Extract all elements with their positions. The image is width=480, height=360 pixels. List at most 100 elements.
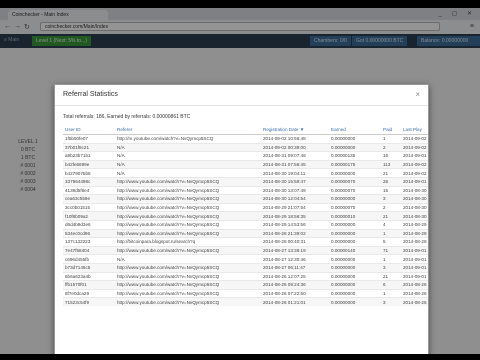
cell-referer: N/A bbox=[115, 142, 261, 152]
cell-paid: 113 bbox=[381, 159, 401, 169]
cell-referer[interactable]: http://www.youtube.com/watch?v=NvQymcp5S… bbox=[115, 245, 261, 255]
cell-registration-date: 2014-08-28 21:39:02 bbox=[261, 228, 329, 238]
cell-earned: 0.00000000 bbox=[329, 254, 381, 264]
column-header-last-play[interactable]: Last Play bbox=[401, 125, 428, 135]
cell-paid: 2 bbox=[381, 142, 401, 152]
cell-last-play: 2014-08-26 10:46:23 bbox=[401, 280, 428, 290]
cell-referer[interactable]: http://www.youtube.com/watch?v=NvQymcp5S… bbox=[115, 194, 261, 204]
cell-user-id: c696d455fb bbox=[63, 254, 115, 264]
cell-referer[interactable]: http://www.youtube.com/watch?v=NvQymcp5S… bbox=[115, 297, 261, 306]
cell-last-play: 2014-09-01 20:02:56 bbox=[401, 176, 428, 187]
referral-table: User ID Referer Registration Date ▼ Earn… bbox=[63, 125, 428, 306]
cell-last-play: 2014-08-26 12:30:01 bbox=[401, 297, 428, 306]
cell-referer[interactable]: http://www.youtube.com/watch?v=NvQymcp5S… bbox=[115, 176, 261, 187]
cell-paid: 4 bbox=[381, 219, 401, 230]
cell-paid: 3 bbox=[381, 262, 401, 272]
cell-referer[interactable]: http://www.youtube.com/watch?v=NvQymcp5S… bbox=[115, 288, 261, 298]
table-row: b4279075b8 N/A 2014-08-30 19:04:11 0.000000… bbox=[63, 168, 428, 178]
cell-referer: N/A bbox=[115, 159, 261, 169]
table-row: 8f7e0dca29 http://www.youtube.com/watch?v… bbox=[63, 288, 428, 298]
cell-registration-date: 2014-08-31 07:56:45 bbox=[261, 159, 329, 169]
cell-paid: 26 bbox=[381, 176, 401, 187]
cell-paid: 6 bbox=[381, 280, 401, 290]
cell-last-play: 2014-09-01 11:02:00 bbox=[401, 254, 428, 264]
cell-paid: 1 bbox=[381, 134, 401, 144]
cell-user-id: b73d7145c5 bbox=[63, 262, 115, 272]
cell-registration-date: 2014-08-26 12:07:25 bbox=[261, 271, 329, 281]
cell-referer: N/A bbox=[115, 168, 261, 178]
cell-paid: 16 bbox=[381, 151, 401, 161]
cell-referer[interactable]: http://bitcoinpara.blogspot.ru/search?q bbox=[115, 237, 261, 247]
table-row: a9b23b71b1 N/A 2014-08-31 09:07:48 0.000001… bbox=[63, 151, 428, 161]
cell-referer[interactable]: http://www.youtube.com/watch?v=NvQymcp5S… bbox=[115, 185, 261, 195]
cell-registration-date: 2014-08-29 21:07:54 bbox=[261, 202, 329, 212]
column-header-paid[interactable]: Paid bbox=[381, 125, 401, 135]
cell-last-play: 2014-09-01 18:02:04 bbox=[401, 245, 428, 255]
table-row: 7e47f58404 http://www.youtube.com/watch?v… bbox=[63, 245, 428, 255]
cell-referer[interactable]: http://www.youtube.com/watch?v=NvQymcp5S… bbox=[115, 211, 261, 221]
cell-user-id: cea63c559e bbox=[63, 194, 115, 204]
column-header-registration-date[interactable]: Registration Date ▼ bbox=[261, 125, 329, 135]
cell-earned: 0.00000000 bbox=[329, 134, 381, 144]
cell-earned: 0.00000000 bbox=[329, 280, 381, 290]
column-header-earned[interactable]: Earned bbox=[329, 125, 381, 135]
cell-registration-date: 2014-08-27 13:36:19 bbox=[261, 245, 329, 255]
cell-user-id: a9b23b71b1 bbox=[63, 151, 115, 161]
cell-user-id: 7e47f58404 bbox=[63, 245, 115, 255]
cell-user-id: ffb1570f01 bbox=[63, 280, 115, 290]
cell-paid: 15 bbox=[381, 185, 401, 195]
cell-registration-date: 2014-08-27 06:11:47 bbox=[261, 262, 329, 272]
table-row: b73d7145c5 http://www.youtube.com/watch?v… bbox=[63, 262, 428, 272]
cell-last-play: 2014-09-02 11:06:27 bbox=[401, 134, 428, 144]
cell-registration-date: 2014-08-30 12:04:54 bbox=[261, 194, 329, 204]
cell-earned: 0.00000000 bbox=[329, 297, 381, 306]
cell-paid: 1 bbox=[381, 228, 401, 238]
close-icon[interactable]: × bbox=[415, 90, 420, 99]
cell-referer[interactable]: http://www.youtube.com/watch?v=NvQymcp5S… bbox=[115, 202, 261, 212]
cell-last-play: 2014-08-29 11:39:56 bbox=[401, 228, 428, 238]
cell-referer[interactable]: http://www.youtube.com/watch?v=NvQymcp5S… bbox=[115, 228, 261, 238]
cell-referer: N/A bbox=[115, 254, 261, 264]
cell-user-id: d6d4b9d3e6 bbox=[63, 219, 115, 230]
cell-earned: 0.00000000 bbox=[329, 194, 381, 204]
cell-registration-date: 2014-08-29 14:53:56 bbox=[261, 219, 329, 230]
cell-registration-date: 2014-08-31 09:07:48 bbox=[261, 151, 329, 161]
cell-last-play: 2014-09-01 07:15:42 bbox=[401, 262, 428, 272]
column-header-referer[interactable]: Referer bbox=[115, 125, 261, 135]
cell-earned: 0.00000070 bbox=[329, 202, 381, 212]
cell-user-id: 6b6a623a4b bbox=[63, 271, 115, 281]
table-row: d6d4b9d3e6 http://www.youtube.com/watch?v… bbox=[63, 219, 428, 230]
cell-user-id: 1f5b50fe07 bbox=[63, 134, 115, 144]
cell-earned: 0.00000140 bbox=[329, 245, 381, 255]
cell-referer[interactable]: http://m.youtube.com/watch?v=NvQymcp5SCQ bbox=[115, 134, 261, 144]
table-row: cea63c559e http://www.youtube.com/watch?v… bbox=[63, 194, 428, 204]
cell-user-id: b42fe6699e bbox=[63, 159, 115, 169]
cell-registration-date: 2014-08-28 00:40:31 bbox=[261, 237, 329, 247]
cell-last-play: 2014-09-01 05:26:12 bbox=[401, 271, 428, 281]
cell-user-id: 71523c54f9 bbox=[63, 297, 115, 306]
column-header-user-id[interactable]: User ID bbox=[63, 125, 115, 135]
browser-window: Coinchecker - Main Index _ ▢ ✕ ← → ↻ coi… bbox=[0, 8, 480, 354]
cell-user-id: 3cc0b01515 bbox=[63, 202, 115, 212]
cell-paid: 2 bbox=[381, 202, 401, 212]
cell-last-play: 2014-08-30 20:35:52 bbox=[401, 194, 428, 204]
cell-referer[interactable]: http://www.youtube.com/watch?v=NvQymcp5S… bbox=[115, 271, 261, 281]
cell-registration-date: 2014-08-26 07:22:50 bbox=[261, 288, 329, 298]
cell-paid: 1 bbox=[381, 254, 401, 264]
cell-user-id: 37b01f8c21 bbox=[63, 142, 115, 152]
cell-earned: 0.00000000 bbox=[329, 288, 381, 298]
cell-registration-date: 2014-09-02 10:56:48 bbox=[261, 134, 329, 144]
cell-user-id: 137c132223 bbox=[63, 237, 115, 247]
cell-registration-date: 2014-08-30 15:59:47 bbox=[261, 176, 329, 187]
cell-earned: 0.00000070 bbox=[329, 185, 381, 195]
cell-referer[interactable]: http://www.youtube.com/watch?v=NvQymcp5S… bbox=[115, 262, 261, 272]
cell-paid: 21 bbox=[381, 211, 401, 221]
cell-paid: 21 bbox=[381, 271, 401, 281]
table-row: ffb1570f01 http://www.youtube.com/watch?v… bbox=[63, 280, 428, 290]
table-row: 337964498c http://www.youtube.com/watch?v… bbox=[63, 176, 428, 187]
cell-referer[interactable]: http://www.youtube.com/watch?v=NvQymcp5S… bbox=[115, 219, 261, 230]
cell-referer[interactable]: http://www.youtube.com/watch?v=NvQymcp5S… bbox=[115, 280, 261, 290]
cell-paid: 1 bbox=[381, 288, 401, 298]
referral-summary: Total referrals: 186, Earned by referral… bbox=[63, 114, 191, 120]
cell-last-play: 2014-08-30 20:14:56 bbox=[401, 185, 428, 195]
